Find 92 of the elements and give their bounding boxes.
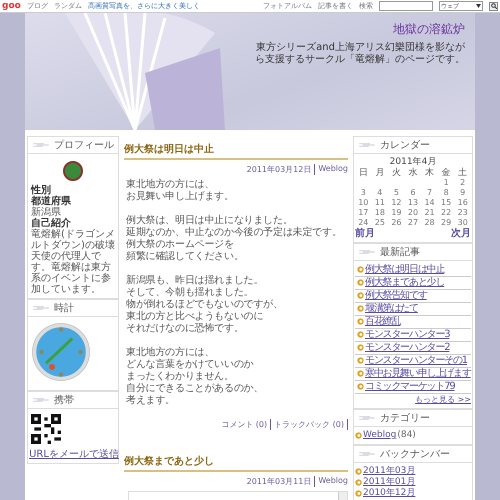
calendar-day: 17 <box>355 208 372 218</box>
article-link[interactable]: コミックマーケット79 <box>365 381 455 392</box>
calendar-day: 13 <box>404 198 422 208</box>
field-value: 新潟県 <box>31 207 61 218</box>
calendar-day: 25 <box>372 218 388 228</box>
panel-heading: 最新記事 <box>380 246 420 259</box>
calendar-day: 12 <box>388 198 405 208</box>
article-link[interactable]: モンスターハンター2 <box>365 342 450 353</box>
prev-month-link[interactable]: 前月 <box>355 228 375 239</box>
post-date: 2011年03月11日 <box>246 476 316 487</box>
search-button[interactable] <box>489 2 498 10</box>
logo[interactable]: goo <box>2 1 21 11</box>
field-label: 性別 <box>31 185 51 196</box>
calendar-day: 3 <box>355 188 372 198</box>
article-link[interactable]: モンスターハンター3 <box>365 329 450 340</box>
calendar-day: 16 <box>454 198 471 208</box>
calendar-day: 21 <box>421 208 438 218</box>
calendar-day: 8 <box>438 188 454 198</box>
calendar-day: 18 <box>372 208 388 218</box>
blog-description: 東方シリーズand上海アリス幻樂団様を影ながら支援するサークル「竜熔解」のページです。 <box>254 42 465 66</box>
calendar-day: 15 <box>438 198 454 208</box>
post-date: 2011年03月12日 <box>246 164 316 175</box>
mail-link[interactable]: URLをメールで送信 <box>29 449 119 460</box>
blog-title[interactable]: 地獄の溶鉱炉 <box>393 21 465 38</box>
panel-heading: カレンダー <box>380 139 430 152</box>
next-month-link[interactable]: 次月 <box>451 228 471 239</box>
calendar-day: 28 <box>421 218 438 228</box>
calendar-day: 6 <box>404 188 422 198</box>
post-paragraph: 新潟県も、昨日は揺れました。 そして、今朝も揺れました。 物が倒れるほどでもないのですが、 東北の方と比べようもないのに それだけなのに恐怖です。 <box>126 275 284 335</box>
article-link[interactable]: 堰溝第はたて <box>365 303 418 314</box>
calendar-day: 24 <box>355 218 372 228</box>
post-paragraph: 東北地方の方には、 お見舞い申し上げます。 <box>126 179 235 203</box>
weekday-label: 金 <box>440 168 452 178</box>
qr-code <box>31 414 61 444</box>
calendar-day: 2 <box>454 178 471 188</box>
swirl-icon <box>32 397 50 403</box>
weekday-label: 土 <box>457 168 468 178</box>
field-value: 竜熔解(ドラゴンメルトダウン)の破壊天使の代理人です。竜熔解は東方系のイベントに参加しています。 <box>31 229 115 295</box>
dropdown-arrow-icon <box>476 4 481 8</box>
calendar-day: 29 <box>438 218 454 228</box>
category-link[interactable]: Weblog <box>363 430 396 441</box>
archive-link[interactable]: 2011年03月 <box>363 466 416 477</box>
calendar-day: 9 <box>454 188 471 198</box>
post-title[interactable]: 例大祭まであと少し <box>124 452 348 472</box>
post-title[interactable]: 例大祭は明日は中止 <box>124 140 348 160</box>
trackbacks-link[interactable]: トラックバック (0) <box>274 419 348 430</box>
calendar-day: 22 <box>438 208 454 218</box>
article-link[interactable]: 百花繚乱 <box>365 316 400 327</box>
archive-link[interactable]: 2011年01月 <box>363 477 416 488</box>
avatar <box>63 161 83 181</box>
calendar-day: 30 <box>454 218 471 228</box>
calendar-day: 4 <box>372 188 388 198</box>
post-paragraph: 例大祭は、明日は中止になりました。 延期なのか、中止なのか今後の予定は未定です。 例大祭のホームページを 頻繁に確認してください。 <box>126 215 343 263</box>
swirl-icon <box>32 142 50 148</box>
swirl-icon <box>358 142 376 148</box>
calendar-day: 10 <box>355 198 372 208</box>
category-link[interactable]: Weblog <box>318 164 348 175</box>
category-count: (84) <box>397 430 416 441</box>
more-link[interactable]: もっと見る >> <box>415 395 471 404</box>
calendar-day: 27 <box>404 218 422 228</box>
calendar-month: 2011年4月 <box>388 157 438 168</box>
calendar-day: 26 <box>388 218 405 228</box>
post-paragraph: 東北地方の方には、 どんな言葉をかけていいのか まったくわかりません。 自分にできることがあるのか、 考えます。 <box>126 347 264 407</box>
weekday-label: 木 <box>424 168 436 178</box>
comments-link[interactable]: コメント (0) <box>221 419 272 430</box>
calendar-day: 11 <box>372 198 388 208</box>
panel-heading: バックナンバー <box>380 448 450 461</box>
category-link[interactable]: Weblog <box>318 476 348 487</box>
field-label: 自己紹介 <box>31 218 72 229</box>
field-label: 都道府県 <box>31 196 72 207</box>
panel-heading: カテゴリー <box>380 412 430 425</box>
swirl-icon <box>32 305 50 311</box>
calendar-day: 14 <box>421 198 438 208</box>
weekday-label: 日 <box>358 168 369 178</box>
weekday-label: 水 <box>407 168 418 178</box>
weekday-label: 月 <box>374 168 386 178</box>
swirl-icon <box>358 249 376 255</box>
panel-heading: プロフィール <box>54 138 114 152</box>
calendar-day: 19 <box>388 208 405 218</box>
swirl-icon <box>358 451 376 457</box>
calendar-day: 5 <box>388 188 405 198</box>
archive-link[interactable]: 2010年12月 <box>363 488 416 499</box>
calendar-day: 7 <box>421 188 438 198</box>
swirl-icon <box>358 415 376 421</box>
panel-heading: 時計 <box>54 302 74 315</box>
panel-heading: 携帯 <box>54 394 74 407</box>
calendar-day: 1 <box>438 178 454 188</box>
clock-drawing <box>31 322 91 382</box>
calendar-day: 20 <box>404 208 422 218</box>
calendar-day: 23 <box>454 208 471 218</box>
weekday-label: 火 <box>390 168 402 178</box>
search-field[interactable] <box>379 1 433 11</box>
